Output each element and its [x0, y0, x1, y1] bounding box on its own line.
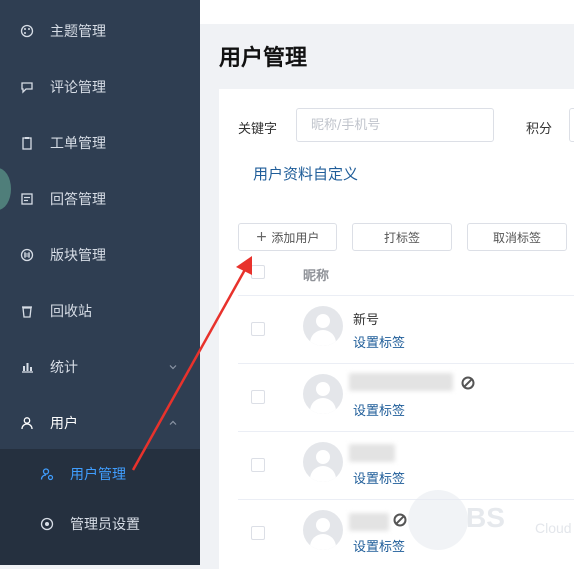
user-nickname-blurred	[349, 373, 453, 391]
row-checkbox[interactable]	[251, 322, 265, 336]
sidebar-item-comment[interactable]: 评论管理	[0, 59, 200, 115]
avatar	[303, 510, 343, 550]
tag-label: 打标签	[383, 230, 420, 245]
sidebar-item-theme[interactable]: 主题管理	[0, 3, 200, 59]
avatar	[303, 306, 343, 346]
add-user-button[interactable]: + 添加用户	[238, 223, 337, 251]
chart-icon	[20, 360, 34, 374]
sidebar-submenu: 用户管理 管理员设置	[0, 449, 200, 565]
custom-profile-link[interactable]: 用户资料自定义	[253, 163, 358, 184]
row-checkbox[interactable]	[251, 526, 265, 540]
sidebar-item-trash[interactable]: 回收站	[0, 283, 200, 339]
avatar	[303, 442, 343, 482]
avatar	[303, 374, 343, 414]
sidebar-subitem-user-manage[interactable]: 用户管理	[0, 449, 200, 499]
page-title: 用户管理	[219, 45, 308, 70]
watermark-logo	[408, 490, 468, 550]
user-manage-icon	[40, 467, 54, 481]
comment-icon	[20, 80, 34, 94]
ban-icon	[461, 376, 475, 390]
sidebar-item-label: 用户	[50, 416, 78, 432]
divider	[238, 363, 574, 364]
sidebar-item-label: 版块管理	[50, 248, 106, 264]
tag-button[interactable]: 打标签	[352, 223, 452, 251]
sidebar-item-user[interactable]: 用户	[0, 395, 200, 451]
main-card	[219, 89, 574, 569]
watermark-text: BS	[466, 502, 505, 533]
untag-label: 取消标签	[492, 230, 541, 245]
row-checkbox[interactable]	[251, 390, 265, 404]
user-nickname-blurred	[349, 444, 395, 462]
watermark-subtext: Cloud	[535, 520, 572, 536]
divider	[238, 499, 574, 500]
top-bar	[200, 0, 574, 24]
add-user-label: 添加用户	[271, 230, 320, 245]
score-label: 积分	[526, 122, 553, 137]
sidebar-subitem-admin[interactable]: 管理员设置	[0, 499, 200, 549]
set-tag-link[interactable]: 设置标签	[353, 468, 405, 487]
sidebar-subitem-label: 用户管理	[70, 467, 126, 483]
plus-icon: +	[255, 229, 268, 245]
chevron-down-icon	[169, 365, 177, 370]
keyword-label: 关键字	[238, 122, 278, 137]
sidebar-item-label: 回收站	[50, 304, 92, 320]
row-checkbox[interactable]	[251, 458, 265, 472]
keyword-input[interactable]	[296, 108, 494, 142]
sidebar-item-label: 回答管理	[50, 192, 106, 208]
set-tag-link[interactable]: 设置标签	[353, 332, 405, 351]
sidebar-item-ticket[interactable]: 工单管理	[0, 115, 200, 171]
trash-icon	[20, 304, 34, 318]
set-tag-link[interactable]: 设置标签	[353, 536, 405, 555]
chevron-up-icon	[169, 420, 177, 425]
untag-button[interactable]: 取消标签	[467, 223, 567, 251]
section-icon	[20, 248, 34, 262]
sidebar-item-label: 主题管理	[50, 24, 106, 40]
select-all-checkbox[interactable]	[251, 265, 265, 279]
ban-icon	[393, 513, 407, 527]
sidebar-item-stats[interactable]: 统计	[0, 339, 200, 395]
sidebar-subitem-label: 管理员设置	[70, 517, 140, 533]
sidebar-item-answer[interactable]: 回答管理	[0, 171, 200, 227]
set-tag-link[interactable]: 设置标签	[353, 400, 405, 419]
user-icon	[20, 416, 34, 430]
sidebar: 主题管理 评论管理 工单管理 回答管理 版块管理 回收站 统计 用户 用户管理 …	[0, 0, 200, 565]
sidebar-item-label: 统计	[50, 360, 78, 376]
sidebar-item-label: 评论管理	[50, 80, 106, 96]
palette-icon	[20, 24, 34, 38]
admin-icon	[40, 517, 54, 531]
divider	[238, 431, 574, 432]
sidebar-item-label: 工单管理	[50, 136, 106, 152]
user-nickname: 新号	[353, 313, 380, 328]
divider	[238, 295, 574, 296]
user-nickname-blurred	[349, 513, 389, 531]
score-input[interactable]	[569, 108, 574, 142]
clipboard-icon	[20, 136, 34, 150]
sidebar-item-section[interactable]: 版块管理	[0, 227, 200, 283]
column-header-nickname: 昵称	[303, 269, 330, 284]
answer-icon	[20, 192, 34, 206]
